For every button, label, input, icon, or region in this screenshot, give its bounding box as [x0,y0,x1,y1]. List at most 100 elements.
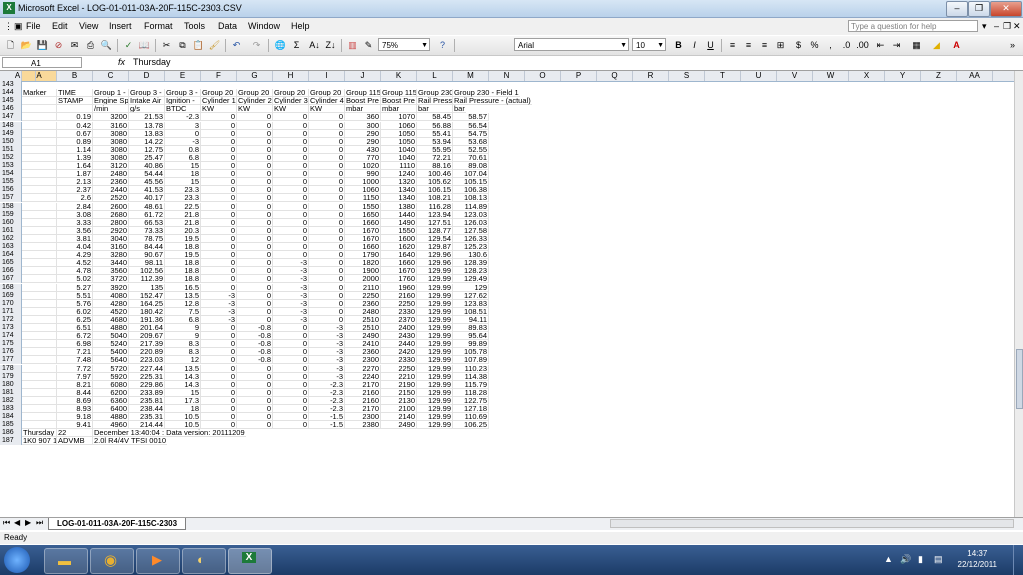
table-cell[interactable]: -3 [273,315,309,324]
menu-tools[interactable]: Tools [184,21,205,31]
taskbar-explorer[interactable]: ▬ [44,548,88,574]
table-cell[interactable]: 129.99 [417,332,453,341]
column-header[interactable]: A [0,71,36,81]
table-cell[interactable]: -3 [309,356,345,365]
column-header[interactable]: C [93,71,129,81]
table-cell[interactable]: KW [273,105,309,114]
table-cell[interactable]: 21.53 [129,113,165,122]
borders-icon[interactable]: ▦ [910,39,923,51]
table-cell[interactable]: 1040 [381,153,417,162]
table-cell[interactable]: 100.46 [417,170,453,179]
table-cell[interactable]: 3440 [93,259,129,268]
tab-last-icon[interactable]: ⏭ [36,518,43,528]
table-cell[interactable]: 0 [309,299,345,308]
clock[interactable]: 14:37 22/12/2011 [958,548,997,570]
help-dropdown-icon[interactable]: ▾ [982,21,987,32]
table-cell[interactable]: 135 [129,283,165,292]
table-cell[interactable]: 129.99 [417,324,453,332]
table-cell[interactable]: 2000 [345,275,381,284]
table-cell[interactable]: 126.03 [453,218,489,227]
table-cell[interactable]: 0 [309,315,345,324]
table-cell[interactable]: 2150 [381,388,417,397]
table-cell[interactable]: 4280 [93,299,129,308]
table-cell[interactable]: 129.99 [417,413,453,422]
table-cell[interactable]: 5920 [93,372,129,381]
table-cell[interactable]: 223.03 [129,356,165,365]
table-cell[interactable]: 8.3 [165,348,201,357]
table-cell[interactable]: 0 [201,380,237,389]
table-cell[interactable]: 0 [237,315,273,324]
table-cell[interactable]: 129.49 [453,275,489,284]
row-header[interactable]: 149 [0,129,22,138]
row-header[interactable]: 162 [0,234,22,243]
table-cell[interactable]: 114.38 [453,372,489,381]
table-cell[interactable]: 2.6 [57,194,93,203]
menu-data[interactable]: Data [218,21,237,31]
table-cell[interactable]: 3.56 [57,226,93,235]
table-cell[interactable]: 18 [165,170,201,179]
table-cell[interactable]: 0 [237,388,273,397]
table-cell[interactable]: 129.99 [417,372,453,381]
save-icon[interactable]: 💾 [36,39,49,51]
table-cell[interactable]: 41.53 [129,186,165,195]
table-cell[interactable]: 2240 [345,372,381,381]
table-cell[interactable]: 129.99 [417,380,453,389]
table-cell[interactable]: 0 [273,113,309,122]
table-cell[interactable]: 1.87 [57,170,93,179]
table-cell[interactable]: 0 [309,243,345,251]
function-icon[interactable]: fx [118,57,125,67]
table-cell[interactable] [22,202,57,211]
table-cell[interactable]: 3 [165,121,201,130]
show-desktop-button[interactable] [1013,545,1023,575]
table-cell[interactable]: 233.89 [129,388,165,397]
table-cell[interactable]: 0.42 [57,121,93,130]
table-cell[interactable]: -3 [309,364,345,373]
menu-edit[interactable]: Edit [52,21,68,31]
taskbar-media-player[interactable]: ▶ [136,548,180,574]
row-header[interactable]: 150 [0,137,22,146]
spelling-icon[interactable]: ✓ [122,39,135,51]
table-cell[interactable]: 0 [273,388,309,397]
table-cell[interactable]: -3 [273,259,309,268]
table-cell[interactable]: Group 20 [273,89,309,98]
table-cell[interactable]: 0 [201,324,237,332]
table-cell[interactable]: 84.44 [129,243,165,251]
table-cell[interactable]: 23.3 [165,194,201,203]
table-cell[interactable]: 9.41 [57,421,93,430]
table-cell[interactable]: 0 [165,129,201,138]
row-header[interactable]: 172 [0,315,22,324]
spreadsheet-grid[interactable]: A B C D E F G H I J K L M N O P Q R S T U V W X Y Z AA A 143 144 Mark… [0,71,1014,517]
table-cell[interactable]: Thursday [22,429,57,438]
table-cell[interactable]: 0 [201,178,237,187]
table-cell[interactable]: 129.99 [417,307,453,316]
table-cell[interactable]: -3 [201,291,237,300]
row-header[interactable]: 163 [0,243,22,251]
table-cell[interactable] [22,340,57,349]
row-header[interactable]: 175 [0,340,22,349]
table-cell[interactable] [22,324,57,332]
table-cell[interactable]: 15 [165,178,201,187]
table-cell[interactable]: 112.39 [129,275,165,284]
table-cell[interactable]: 89.83 [453,324,489,332]
table-cell[interactable]: 16.5 [165,283,201,292]
table-cell[interactable]: 108.13 [453,194,489,203]
table-cell[interactable]: 3080 [93,137,129,146]
table-cell[interactable]: 13.78 [129,121,165,130]
table-cell[interactable]: 2.13 [57,178,93,187]
table-cell[interactable]: ADVMB [57,437,93,446]
table-cell[interactable]: 0 [273,202,309,211]
column-header[interactable]: Y [885,71,921,81]
row-header[interactable]: 145 [0,97,22,106]
table-cell[interactable]: 1240 [381,170,417,179]
table-cell[interactable]: 23.3 [165,186,201,195]
table-cell[interactable]: 3920 [93,283,129,292]
row-header[interactable]: 160 [0,218,22,227]
table-cell[interactable]: 0 [309,218,345,227]
table-cell[interactable]: 127.62 [453,291,489,300]
table-cell[interactable]: 0 [237,153,273,162]
table-cell[interactable]: 1050 [381,137,417,146]
table-cell[interactable]: 290 [345,129,381,138]
table-cell[interactable]: 52.55 [453,145,489,154]
table-cell[interactable]: 0 [201,210,237,219]
table-cell[interactable]: 1660 [381,259,417,268]
